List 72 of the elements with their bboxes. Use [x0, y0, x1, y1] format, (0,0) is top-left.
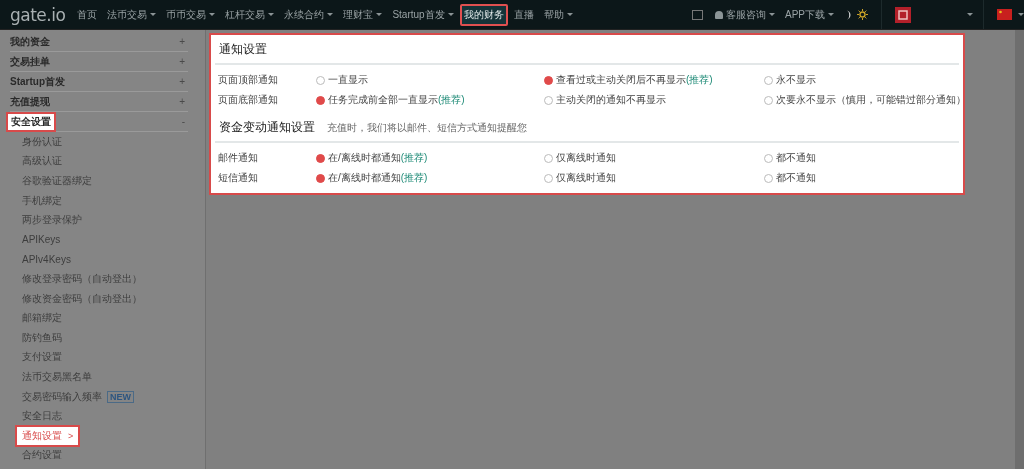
new-badge: NEW	[107, 390, 134, 403]
nav-link[interactable]: 帮助	[539, 3, 577, 26]
logo[interactable]: gate.io	[10, 4, 66, 25]
radio-button[interactable]	[764, 95, 773, 105]
scrollbar[interactable]	[1015, 30, 1024, 469]
radio-button[interactable]	[764, 75, 773, 85]
section-title: 通知设置	[219, 41, 267, 58]
nav-link[interactable]: 我的财务	[459, 3, 508, 26]
nav-link[interactable]: 首页	[73, 3, 102, 26]
nav-link[interactable]: 客服咨询	[711, 3, 779, 26]
radio-option[interactable]: 仅离线时通知	[544, 171, 616, 185]
setting-label: 页面底部通知	[218, 93, 279, 107]
sidebar-group[interactable]: 安全设置 -	[10, 112, 188, 132]
radio-option[interactable]: 都不通知	[764, 151, 816, 165]
nav-link[interactable]: 法币交易	[103, 3, 161, 26]
sidebar-group-label: 我的资金	[10, 34, 50, 49]
radio-button[interactable]	[316, 153, 325, 163]
radio-button[interactable]	[544, 95, 553, 105]
setting-label: 邮件通知	[218, 151, 259, 165]
caret-icon	[150, 13, 157, 16]
radio-option[interactable]: 主动关闭的通知不再显示	[544, 93, 666, 107]
caret-icon	[566, 13, 573, 16]
sidebar-group[interactable]: 我的资金 +	[10, 32, 188, 52]
caret-icon	[209, 13, 216, 16]
setting-label: 短信通知	[218, 171, 259, 185]
section-note: 充值时，我们将以邮件、短信方式通知提醒您	[327, 121, 527, 135]
radio-button[interactable]	[544, 153, 553, 163]
caret-icon	[327, 13, 334, 16]
nav-link[interactable]: 杠杆交易	[221, 3, 279, 26]
radio-button[interactable]	[764, 173, 773, 183]
grid-icon[interactable]	[895, 6, 911, 23]
user-icon	[715, 10, 723, 19]
caret-icon	[769, 13, 775, 16]
radio-option[interactable]: 在/离线时都通知(推荐)	[316, 151, 428, 165]
caret-icon	[447, 13, 454, 16]
caret-icon[interactable]	[1018, 13, 1024, 16]
caret-icon[interactable]	[967, 13, 973, 16]
radio-button[interactable]	[316, 75, 325, 85]
radio-option[interactable]: 永不显示	[764, 73, 816, 87]
caret-icon	[828, 13, 834, 16]
radio-button[interactable]	[316, 95, 325, 105]
nav-link[interactable]: APP下载	[781, 3, 838, 26]
caret-icon	[376, 13, 383, 16]
nav-link[interactable]: 直播	[509, 3, 538, 26]
radio-option[interactable]: 在/离线时都通知(推荐)	[316, 171, 428, 185]
nav-link[interactable]: Startup首发	[388, 3, 458, 26]
nav-link[interactable]: 永续合约	[280, 3, 338, 26]
screen-icon[interactable]	[692, 9, 703, 20]
radio-button[interactable]	[764, 153, 773, 163]
sidebar-group[interactable]: 交易挂单 +	[10, 52, 188, 72]
caret-icon	[268, 13, 275, 16]
radio-button[interactable]	[544, 173, 553, 183]
radio-option[interactable]: 一直显示	[316, 73, 368, 87]
sidebar-group-label: 安全设置	[6, 111, 56, 132]
radio-option[interactable]: 都不通知	[764, 171, 816, 185]
radio-option[interactable]: 查看过或主动关闭后不再显示(推荐)	[544, 73, 713, 87]
section-title: 资金变动通知设置	[219, 119, 315, 136]
sidebar-group[interactable]: Startup首发 +	[10, 72, 188, 92]
radio-button[interactable]	[544, 75, 553, 85]
nav-link[interactable]: 理财宝	[339, 3, 387, 26]
radio-option[interactable]: 仅离线时通知	[544, 151, 616, 165]
setting-label: 页面顶部通知	[218, 73, 279, 87]
radio-button[interactable]	[316, 173, 325, 183]
radio-option[interactable]: 任务完成前全部一直显示(推荐)	[316, 93, 465, 107]
sidebar-group-label: 交易挂单	[10, 54, 50, 69]
sidebar-group-label: 充值提现	[10, 94, 50, 109]
flag-icon[interactable]	[997, 9, 1012, 20]
nav-link[interactable]: 币币交易	[162, 3, 220, 26]
sun-icon[interactable]	[857, 9, 868, 20]
sidebar-item[interactable]: 通知设置 >	[15, 424, 81, 447]
sidebar-group-label: Startup首发	[10, 74, 65, 89]
radio-option[interactable]: 次要永不显示（慎用，可能错过部分通知）	[764, 93, 966, 107]
